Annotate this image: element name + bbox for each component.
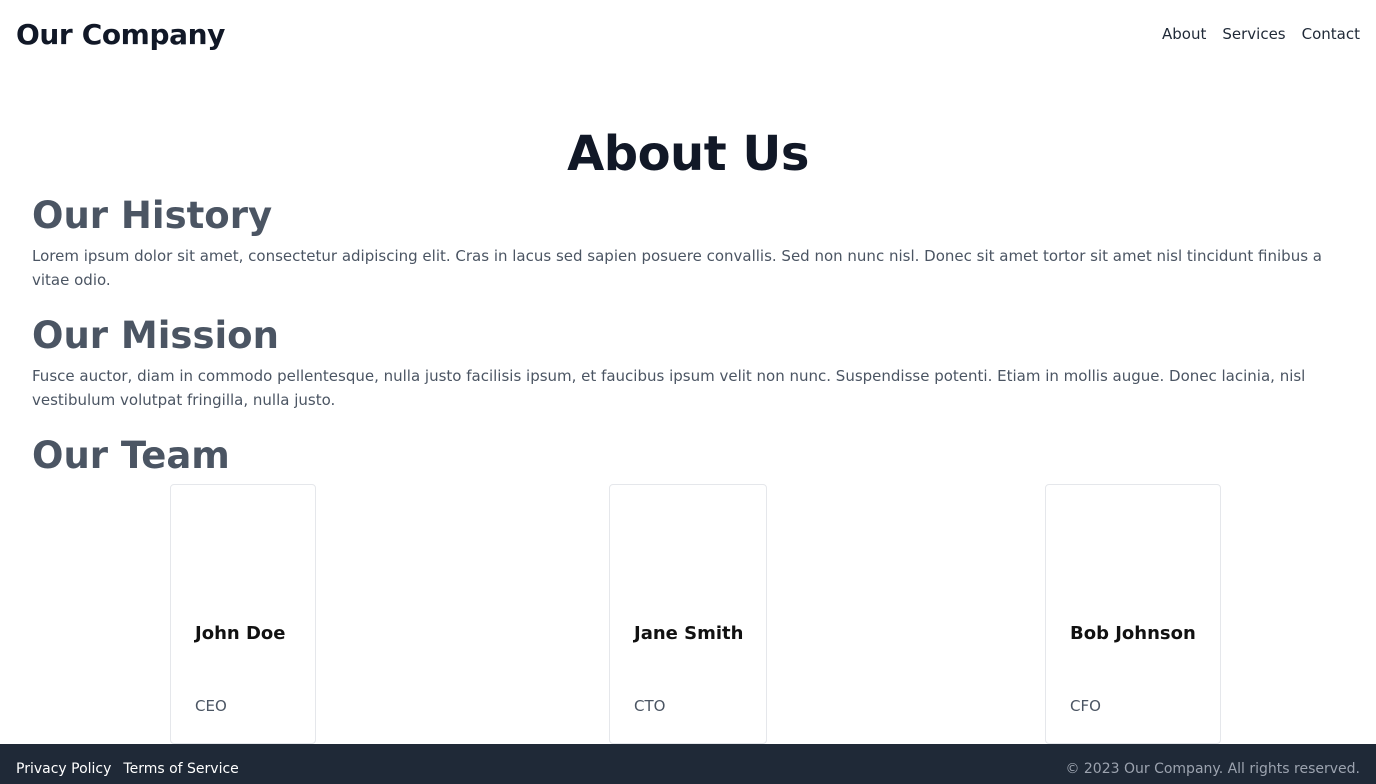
team-card-bob-johnson: Bob Johnson CFO: [1045, 484, 1221, 744]
footer-link-privacy-policy[interactable]: Privacy Policy: [16, 761, 111, 777]
nav-link-contact[interactable]: Contact: [1302, 25, 1360, 43]
team-card-john-doe: John Doe CEO: [170, 484, 316, 744]
member-name: Bob Johnson: [1070, 623, 1196, 644]
site-header: Our Company About Services Contact: [0, 0, 1376, 68]
site-footer: Privacy Policy Terms of Service © 2023 O…: [0, 744, 1376, 784]
member-role: CEO: [195, 697, 227, 715]
team-card-jane-smith: Jane Smith CTO: [609, 484, 767, 744]
member-role: CFO: [1070, 697, 1101, 715]
footer-links: Privacy Policy Terms of Service: [16, 761, 239, 777]
page-title: About Us: [567, 126, 809, 182]
member-name: John Doe: [195, 623, 286, 644]
member-role: CTO: [634, 697, 666, 715]
main-nav: About Services Contact: [1162, 25, 1360, 43]
team-heading: Our Team: [32, 434, 230, 477]
copyright-text: © 2023 Our Company. All rights reserved.: [1065, 761, 1360, 777]
footer-link-terms-of-service[interactable]: Terms of Service: [123, 761, 238, 777]
member-name: Jane Smith: [634, 623, 744, 644]
nav-link-services[interactable]: Services: [1222, 25, 1285, 43]
mission-text: Fusce auctor, diam in commodo pellentesq…: [32, 367, 1306, 409]
nav-link-about[interactable]: About: [1162, 25, 1206, 43]
history-text: Lorem ipsum dolor sit amet, consectetur …: [32, 247, 1322, 289]
history-heading: Our History: [32, 194, 273, 237]
brand-logo-text[interactable]: Our Company: [16, 18, 225, 51]
mission-heading: Our Mission: [32, 314, 279, 357]
